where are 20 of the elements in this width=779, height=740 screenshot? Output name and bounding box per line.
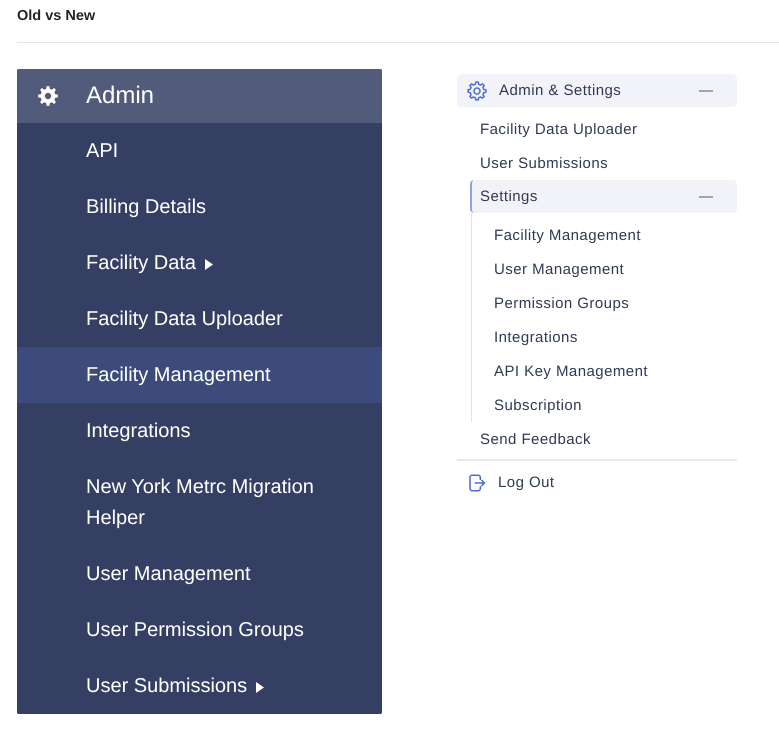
menu-section-header[interactable]: Admin & Settings (457, 74, 737, 107)
menu-link[interactable]: User Submissions (480, 154, 608, 172)
page-title: Old vs New (17, 7, 96, 25)
submenu-link[interactable]: Permission Groups (494, 294, 630, 312)
submenu-link[interactable]: Facility Management (494, 226, 641, 244)
submenu-link[interactable]: API Key Management (494, 362, 648, 380)
settings-icon (467, 80, 487, 100)
caret-right-icon (205, 258, 214, 270)
caret-right-icon (256, 682, 264, 692)
submenu-link[interactable]: Integrations (494, 328, 578, 346)
submenu-link[interactable]: User Management (494, 260, 624, 278)
gear-icon (38, 86, 58, 106)
sidebar-item[interactable]: Facility Management (17, 347, 382, 403)
menu-group-header[interactable]: Settings (470, 180, 737, 213)
menu-link[interactable]: Facility Data Uploader (480, 120, 638, 138)
submenu-link[interactable]: Subscription (494, 396, 582, 414)
menu-link[interactable]: Send Feedback (480, 430, 591, 448)
logout-icon (469, 474, 486, 492)
logout-button[interactable]: Log Out (457, 474, 555, 492)
admin-menu-header[interactable]: Admin (17, 69, 382, 123)
